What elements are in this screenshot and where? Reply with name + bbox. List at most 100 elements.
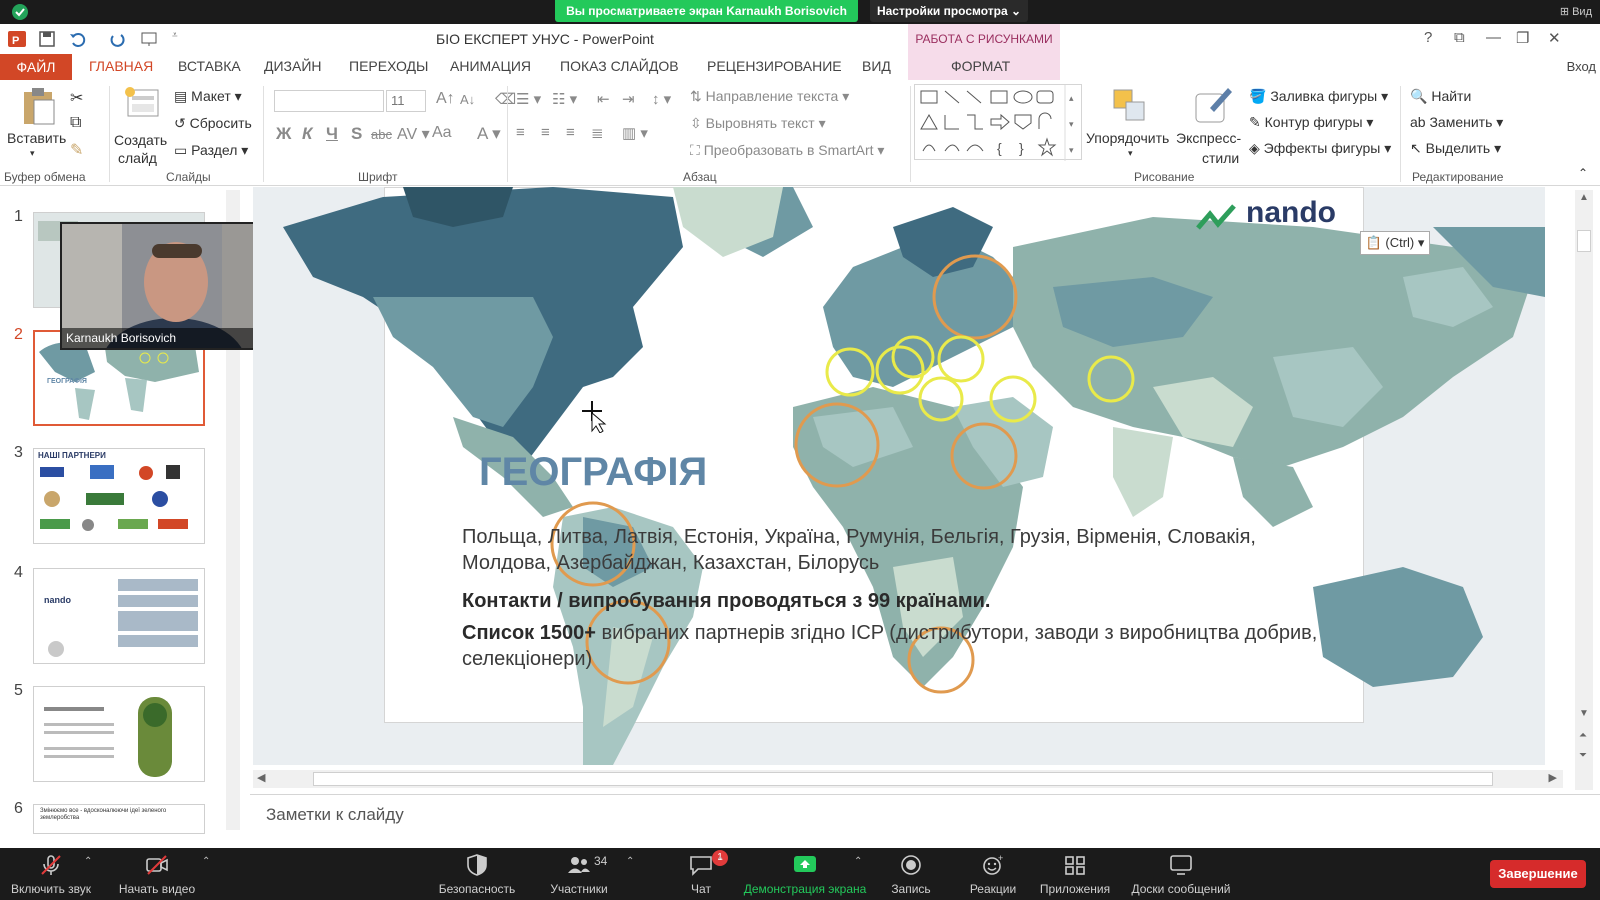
- start-video-button[interactable]: Начать видео: [112, 848, 202, 900]
- clear-format-icon[interactable]: ⌫: [495, 90, 516, 108]
- participant-video[interactable]: Karnaukh Borisovich: [60, 222, 282, 350]
- share-options-icon[interactable]: ⌃: [854, 856, 862, 867]
- security-button[interactable]: Безопасность: [432, 848, 522, 900]
- sign-in-link[interactable]: Вход: [1567, 59, 1596, 74]
- tab-slideshow[interactable]: ПОКАЗ СЛАЙДОВ: [560, 58, 679, 74]
- horizontal-scrollbar[interactable]: ◀ ▶: [253, 770, 1563, 788]
- shape-outline-button[interactable]: ✎ Контур фигуры ▾: [1249, 114, 1373, 131]
- numbering-icon[interactable]: ☷ ▾: [552, 90, 577, 108]
- minimize-icon[interactable]: —: [1486, 29, 1501, 46]
- layout-button[interactable]: ▤ Макет ▾: [174, 88, 242, 105]
- replace-button[interactable]: ab Заменить ▾: [1410, 114, 1503, 131]
- new-slide-button[interactable]: Создать: [114, 132, 167, 148]
- paste-button[interactable]: Вставить: [7, 130, 66, 146]
- strikethrough-button[interactable]: abc: [371, 127, 392, 142]
- justify-icon[interactable]: ≣: [591, 124, 604, 142]
- scroll-up-icon[interactable]: ▲: [1579, 192, 1589, 203]
- tab-file[interactable]: ФАЙЛ: [0, 54, 72, 80]
- font-size-input[interactable]: 11: [386, 90, 426, 112]
- encryption-shield-icon[interactable]: [12, 4, 28, 20]
- chat-button[interactable]: 1 Чат: [656, 848, 746, 900]
- end-meeting-button[interactable]: Завершение: [1490, 860, 1586, 888]
- underline-button[interactable]: Ч: [326, 124, 338, 144]
- share-screen-button[interactable]: Демонстрация экрана: [740, 848, 870, 900]
- chat-options-icon[interactable]: ⌃: [716, 856, 724, 867]
- smartart-button[interactable]: ⛶ Преобразовать в SmartArt ▾: [690, 142, 884, 159]
- paste-options-button[interactable]: 📋 (Ctrl) ▾: [1360, 231, 1430, 255]
- whiteboards-button[interactable]: Доски сообщений: [1126, 848, 1236, 900]
- tab-review[interactable]: РЕЦЕНЗИРОВАНИЕ: [707, 58, 842, 74]
- align-center-icon[interactable]: ≡: [541, 124, 550, 141]
- view-button[interactable]: ⊞ Вид: [1560, 5, 1592, 18]
- align-left-icon[interactable]: ≡: [516, 124, 525, 141]
- arrange-button[interactable]: Упорядочить: [1086, 130, 1169, 146]
- font-name-input[interactable]: [274, 90, 384, 112]
- find-button[interactable]: 🔍 Найти: [1410, 88, 1471, 105]
- customize-qat-icon[interactable]: ⩡: [172, 30, 190, 48]
- thumbnail-slide-6[interactable]: Змінюємо все - вдосконалюючи ідеї зелено…: [33, 804, 205, 834]
- vertical-scrollbar[interactable]: ▲ ▼ ⏶ ⏷: [1575, 190, 1593, 790]
- participants-options-icon[interactable]: ⌃: [626, 856, 634, 867]
- spacing-icon[interactable]: AV ▾: [397, 124, 430, 144]
- new-slide-label-2[interactable]: слайд: [118, 150, 157, 166]
- shrink-font-icon[interactable]: A↓: [460, 92, 475, 107]
- decrease-indent-icon[interactable]: ⇤: [597, 90, 610, 108]
- collapse-ribbon-icon[interactable]: ⌃: [1578, 166, 1588, 180]
- shapes-gallery[interactable]: { } ▴ ▾ ▾: [914, 84, 1082, 161]
- thumbnail-slide-5[interactable]: [33, 686, 205, 782]
- vertical-scroll-thumb[interactable]: [1577, 230, 1591, 252]
- ribbon-display-icon[interactable]: ⧉: [1454, 29, 1465, 46]
- horizontal-scroll-thumb[interactable]: [313, 772, 1493, 786]
- scroll-left-icon[interactable]: ◀: [257, 771, 265, 784]
- notes-pane[interactable]: Заметки к слайду: [250, 794, 1600, 838]
- save-icon[interactable]: [38, 30, 56, 48]
- quick-styles-button[interactable]: Экспресс-: [1176, 130, 1241, 146]
- new-slide-icon[interactable]: [122, 84, 162, 122]
- cut-icon[interactable]: ✂: [70, 88, 83, 108]
- arrange-dropdown-icon[interactable]: ▾: [1128, 148, 1133, 159]
- previous-slide-icon[interactable]: ⏶: [1579, 730, 1587, 741]
- shape-fill-button[interactable]: 🪣 Заливка фигуры ▾: [1249, 88, 1388, 105]
- countries-text[interactable]: Польща, Литва, Латвія, Естонія, Україна,…: [462, 524, 1342, 576]
- record-button[interactable]: Запись: [876, 848, 946, 900]
- bold-button[interactable]: Ж: [276, 124, 291, 144]
- quick-styles-label-2[interactable]: стили: [1202, 150, 1239, 166]
- reset-button[interactable]: ↺ Сбросить: [174, 115, 252, 132]
- audio-options-icon[interactable]: ⌃: [84, 856, 92, 867]
- increase-indent-icon[interactable]: ⇥: [622, 90, 635, 108]
- align-text-button[interactable]: ⇳ Выровнять текст ▾: [690, 115, 826, 132]
- font-color-icon[interactable]: A ▾: [477, 124, 501, 144]
- text-direction-button[interactable]: ⇅ Направление текста ▾: [690, 88, 849, 105]
- tab-transitions[interactable]: ПЕРЕХОДЫ: [349, 58, 428, 74]
- apps-button[interactable]: Приложения: [1030, 848, 1120, 900]
- tab-insert[interactable]: ВСТАВКА: [178, 58, 241, 74]
- reactions-button[interactable]: + Реакции: [958, 848, 1028, 900]
- paste-dropdown-icon[interactable]: ▾: [30, 148, 35, 159]
- section-button[interactable]: ▭ Раздел ▾: [174, 142, 248, 159]
- paste-icon[interactable]: [20, 86, 60, 126]
- change-case-button[interactable]: Aa: [432, 124, 452, 142]
- bullets-icon[interactable]: ☰ ▾: [516, 90, 541, 108]
- tab-format[interactable]: ФОРМАТ: [951, 58, 1010, 74]
- partners-text[interactable]: Список 1500+ вибраних партнерів згідно I…: [462, 620, 1342, 672]
- grow-font-icon[interactable]: A↑: [436, 90, 455, 108]
- thumbnail-slide-4[interactable]: nando: [33, 568, 205, 664]
- format-painter-icon[interactable]: ✎: [70, 140, 83, 160]
- slide-title[interactable]: ГЕОГРАФІЯ: [479, 450, 707, 495]
- contacts-text[interactable]: Контакти / випробування проводяться з 99…: [462, 590, 990, 613]
- restore-icon[interactable]: ❐: [1516, 29, 1529, 47]
- unmute-button[interactable]: Включить звук: [6, 848, 96, 900]
- scroll-down-icon[interactable]: ▼: [1579, 708, 1589, 719]
- select-button[interactable]: ↖ Выделить ▾: [1410, 140, 1501, 157]
- arrange-icon[interactable]: [1110, 86, 1150, 126]
- redo-icon[interactable]: [108, 30, 126, 48]
- help-icon[interactable]: ?: [1424, 29, 1432, 46]
- copy-icon[interactable]: ⧉: [70, 114, 81, 132]
- quick-styles-icon[interactable]: [1192, 84, 1234, 126]
- undo-icon[interactable]: [68, 30, 86, 48]
- tab-view[interactable]: ВИД: [862, 58, 891, 74]
- columns-icon[interactable]: ▥ ▾: [622, 124, 648, 142]
- italic-button[interactable]: К: [302, 124, 312, 144]
- video-options-icon[interactable]: ⌃: [202, 856, 210, 867]
- world-map-image[interactable]: [253, 187, 1545, 765]
